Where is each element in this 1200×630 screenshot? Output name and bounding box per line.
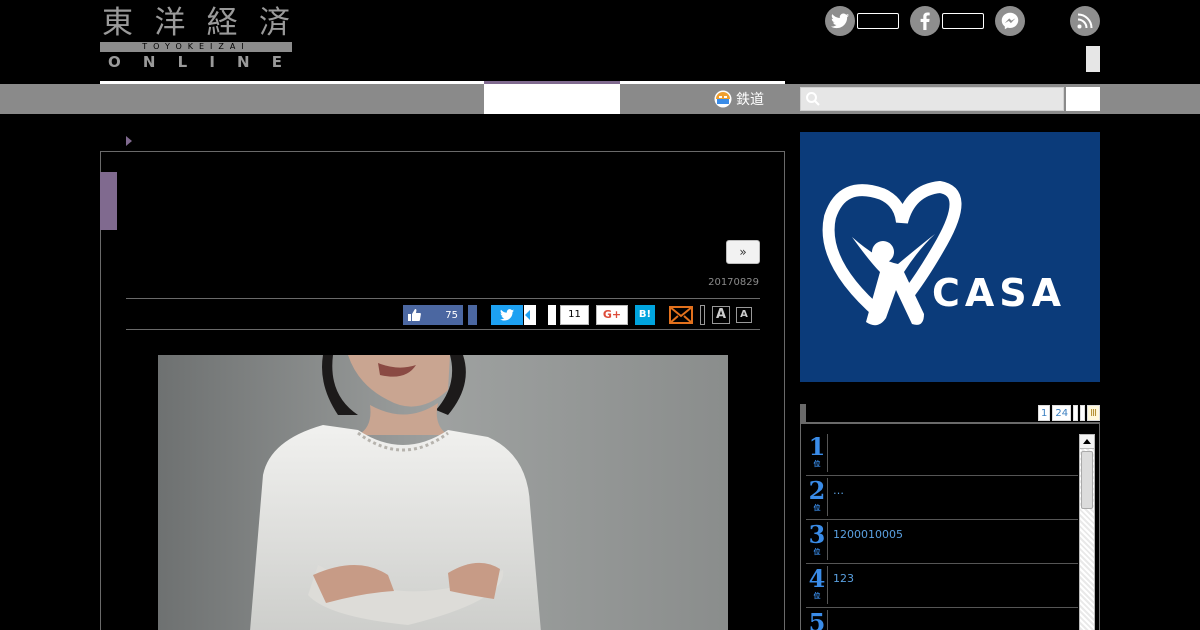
article-date: 20170829 — [708, 277, 759, 288]
mail-icon — [669, 306, 693, 324]
ranking-tab-1h[interactable]: 1 — [1037, 405, 1051, 421]
rank-separator — [827, 522, 828, 560]
tweet-button[interactable] — [491, 305, 523, 325]
rank-separator — [827, 566, 828, 604]
ranking-header: 1 24 Ⅲ — [800, 404, 1100, 422]
nav-top-line — [100, 81, 785, 84]
twitter-bird-icon[interactable] — [825, 6, 855, 36]
messenger-share[interactable] — [995, 6, 1025, 36]
train-icon — [714, 90, 732, 108]
rank-number: 2位 — [808, 476, 826, 513]
font-size-small-button[interactable]: A — [736, 307, 752, 323]
facebook-follow[interactable] — [910, 6, 984, 36]
search-icon — [806, 92, 820, 106]
ranking-tab-monthly[interactable] — [1080, 405, 1086, 421]
logo-online-char: N — [142, 53, 158, 71]
logo-online-char: O — [108, 53, 123, 71]
scroll-thumb[interactable] — [1081, 451, 1093, 509]
ranking-tab-24h[interactable]: 24 — [1052, 405, 1072, 421]
ranking-item[interactable]: 4位 123 — [806, 564, 1078, 608]
twitter-follow[interactable] — [825, 6, 899, 36]
ranking-tab-weekly[interactable] — [1073, 405, 1079, 421]
ranking-item[interactable]: 3位 1200010005 — [806, 520, 1078, 564]
logo-char: 経 — [206, 5, 238, 41]
ranking-item[interactable]: 1位 — [806, 432, 1078, 476]
rank-number: 1位 — [808, 432, 826, 469]
logo-online: O N L I N E — [100, 54, 292, 70]
rank-number: 4位 — [808, 564, 826, 601]
rss-icon[interactable] — [1070, 6, 1100, 36]
facebook-like-count: 75 — [445, 309, 458, 321]
search-field[interactable] — [800, 87, 1064, 111]
scroll-up-arrow-icon[interactable] — [1080, 435, 1094, 449]
ranking-item[interactable]: 5位 — [806, 608, 1078, 630]
rank-title-link[interactable]: 1200010005 — [833, 528, 903, 541]
ranking-list: 1位 2位 … 3位 1200010005 4位 123 5位 — [806, 432, 1078, 630]
logo-char: 済 — [258, 5, 290, 41]
next-page-button[interactable]: » — [726, 240, 760, 264]
ranking-header-mark — [800, 404, 806, 422]
facebook-f-icon[interactable] — [910, 6, 940, 36]
rss-feed[interactable] — [1070, 6, 1100, 36]
search-input[interactable] — [801, 88, 1063, 110]
logo-kanji: 東 洋 経 済 — [100, 6, 292, 40]
ranking-tab-more[interactable]: Ⅲ — [1087, 405, 1100, 421]
nav-item-railway[interactable]: 鉄道 — [714, 86, 764, 112]
breadcrumb-arrow-icon — [126, 136, 132, 146]
rank-separator — [827, 434, 828, 472]
rank-number: 3位 — [808, 520, 826, 557]
ranking-item[interactable]: 2位 … — [806, 476, 1078, 520]
thumbs-up-icon — [408, 309, 421, 321]
rank-title-link[interactable]: 123 — [833, 572, 854, 585]
search-button[interactable] — [1066, 87, 1100, 111]
logo-char: 東 — [102, 5, 133, 41]
article-panel: » 20170829 75 11 G+ B! A A — [100, 151, 785, 630]
rank-separator — [827, 478, 828, 516]
logo-online-char: I — [209, 53, 217, 71]
site-logo[interactable]: 東 洋 経 済 TOYOKEIZAI O N L I N E — [100, 6, 292, 70]
advertisement-banner[interactable]: ® CASA — [800, 132, 1100, 382]
nav-tab-active[interactable] — [484, 84, 620, 114]
rank-number: 5位 — [808, 608, 826, 630]
tweet-count-pointer — [525, 310, 530, 320]
logo-online-char: L — [177, 53, 190, 71]
facebook-count-box — [942, 13, 984, 29]
logo-online-char: E — [271, 53, 284, 71]
font-size-large-button[interactable]: A — [712, 306, 730, 324]
rank-separator — [827, 610, 828, 630]
facebook-like-button[interactable]: 75 — [403, 305, 463, 325]
ranking-list-box: 1位 2位 … 3位 1200010005 4位 123 5位 — [800, 422, 1100, 630]
header-menu-button[interactable] — [1086, 46, 1100, 72]
logo-romaji: TOYOKEIZAI — [100, 42, 292, 52]
google-plus-button[interactable]: G+ — [596, 305, 628, 325]
ranking-tabs: 1 24 Ⅲ — [1037, 405, 1100, 421]
article-photo — [158, 355, 728, 630]
logo-online-char: N — [237, 53, 252, 71]
pocket-count: 11 — [560, 305, 589, 325]
messenger-icon[interactable] — [995, 6, 1025, 36]
ad-registered-mark: ® — [908, 280, 918, 291]
title-accent-bar — [100, 172, 117, 230]
rank-title-link[interactable]: … — [833, 484, 844, 497]
twitter-count-box — [857, 13, 899, 29]
casa-logo: ® CASA — [822, 180, 1066, 326]
share-bar: 75 11 G+ B! A A — [126, 298, 760, 330]
ad-brand-text: CASA — [932, 271, 1066, 315]
share-divider — [700, 305, 705, 325]
logo-char: 洋 — [154, 5, 186, 41]
pocket-button[interactable] — [548, 305, 556, 325]
hatena-bookmark-button[interactable]: B! — [635, 305, 655, 325]
mail-share-button[interactable] — [668, 305, 694, 325]
ranking-scrollbar[interactable] — [1079, 434, 1095, 630]
facebook-like-tail[interactable] — [468, 305, 477, 325]
twitter-bird-icon — [500, 309, 514, 321]
nav-item-railway-label: 鉄道 — [736, 92, 764, 108]
